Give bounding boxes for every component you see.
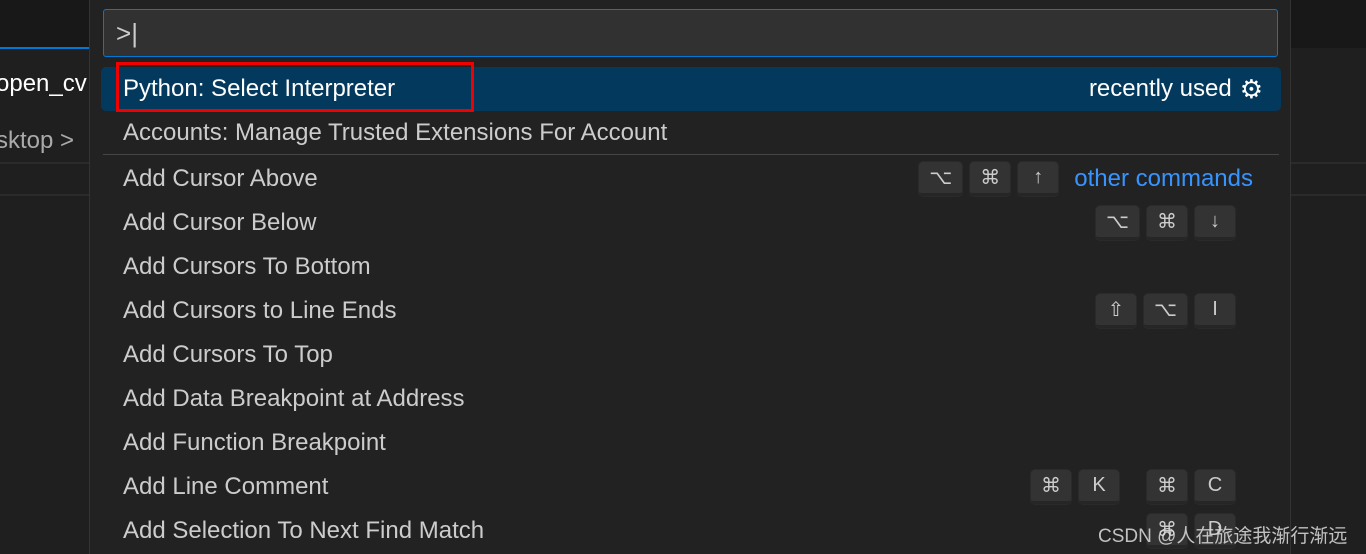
command-label: Accounts: Manage Trusted Extensions For …	[123, 119, 668, 146]
key-cap: ⌥	[1143, 294, 1187, 328]
breadcrumb-separator: >	[60, 127, 75, 154]
recently-used-label: recently used	[1088, 75, 1232, 102]
command-label: Add Cursors To Top	[123, 341, 333, 368]
gear-icon[interactable]: ⚙	[1240, 74, 1263, 105]
keybinding: ⌘ K ⌘ C	[1031, 470, 1235, 504]
key-cap: ↑	[1018, 162, 1059, 196]
key-cap: C	[1195, 470, 1235, 504]
key-cap: I	[1195, 294, 1235, 328]
command-label: Add Selection To Next Find Match	[123, 517, 485, 544]
breadcrumb[interactable]: sktop >	[0, 127, 74, 155]
separator	[103, 154, 1279, 155]
command-label: Add Cursor Above	[123, 165, 318, 192]
command-item[interactable]: Add Line Comment ⌘ K ⌘ C	[101, 465, 1281, 509]
editor-tab[interactable]: open_cv	[0, 70, 87, 98]
keybinding: ⌥ ⌘ ↓	[1095, 206, 1235, 240]
command-label: Add Data Breakpoint at Address	[123, 385, 465, 412]
command-label: Add Line Comment	[123, 473, 329, 500]
watermark: CSDN @人在旅途我渐行渐远	[1098, 526, 1348, 547]
breadcrumb-item[interactable]: sktop	[0, 127, 53, 154]
command-item[interactable]: Add Function Breakpoint	[101, 421, 1281, 465]
key-cap: ⌥	[919, 162, 963, 196]
command-item[interactable]: Add Cursors to Line Ends ⇧ ⌥ I	[101, 289, 1281, 333]
command-item[interactable]: Add Cursor Above ⌥ ⌘ ↑ other commands	[101, 157, 1281, 201]
keybinding: ⌥ ⌘ ↑ other commands	[919, 162, 1253, 196]
command-label: Add Cursors To Bottom	[123, 253, 371, 280]
command-item[interactable]: Add Data Breakpoint at Address	[101, 377, 1281, 421]
command-palette: >| Python: Select Interpreter recently u…	[89, 0, 1291, 554]
key-cap: ⌘	[1147, 470, 1187, 504]
command-item[interactable]: Add Cursors To Bottom	[101, 245, 1281, 289]
key-cap: K	[1079, 470, 1119, 504]
command-label: Add Cursors to Line Ends	[123, 297, 397, 324]
key-cap: ⌘	[1147, 206, 1187, 240]
key-cap: ⇧	[1095, 294, 1136, 328]
command-input[interactable]: >|	[103, 9, 1278, 57]
other-commands-label: other commands	[1074, 165, 1253, 192]
active-tab-indicator	[0, 47, 90, 49]
command-item[interactable]: Accounts: Manage Trusted Extensions For …	[101, 111, 1281, 155]
command-item[interactable]: Add Cursor Below ⌥ ⌘ ↓	[101, 201, 1281, 245]
command-label: Add Cursor Below	[123, 209, 317, 236]
highlight-box	[116, 62, 474, 112]
command-input-value: >	[116, 18, 132, 48]
key-cap: ⌥	[1095, 206, 1139, 240]
keybinding: ⇧ ⌥ I	[1095, 294, 1235, 328]
command-item[interactable]: Add Cursors To Top	[101, 333, 1281, 377]
command-label: Add Function Breakpoint	[123, 429, 386, 456]
key-cap: ⌘	[970, 162, 1011, 196]
key-cap: ↓	[1195, 206, 1235, 240]
key-cap: ⌘	[1031, 470, 1071, 504]
